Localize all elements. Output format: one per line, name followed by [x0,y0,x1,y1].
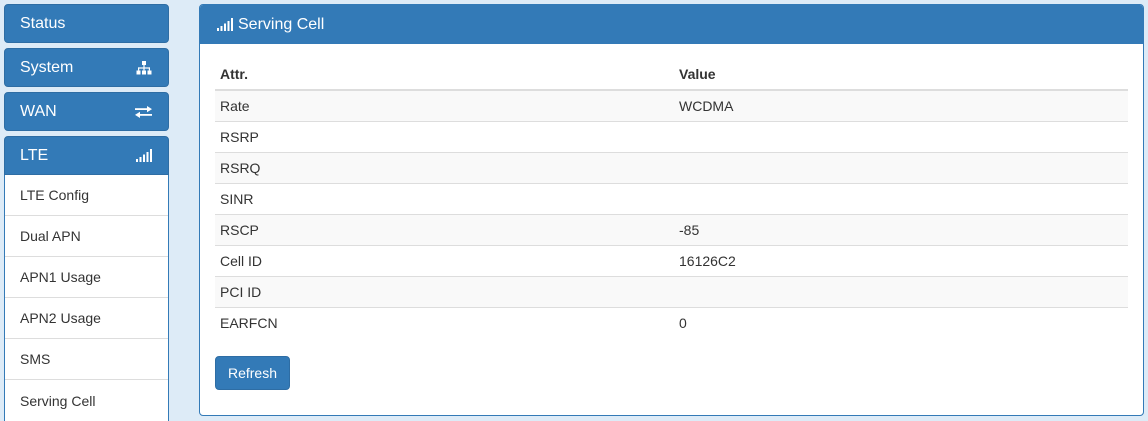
row-value [674,182,1128,214]
exchange-arrows-icon [135,105,152,118]
submenu-item-apn1-usage[interactable]: APN1 Usage [5,257,168,298]
panel-title: Serving Cell [238,15,325,33]
row-attr: EARFCN [215,306,674,338]
submenu-item-serving-cell[interactable]: Serving Cell [5,380,168,421]
row-attr: RSCP [215,213,674,245]
lte-submenu: LTE Config Dual APN APN1 Usage APN2 Usag… [4,175,169,421]
panel-heading: Serving Cell [200,5,1143,44]
sidebar: Status System WAN LTE LTE Config Dual AP… [4,4,169,421]
row-value: 0 [674,306,1128,338]
table-row: RSRQ [215,151,1128,183]
nav-status-label: Status [20,14,66,32]
row-value: WCDMA [674,89,1128,121]
row-attr: Rate [215,89,674,121]
table-row: Cell ID 16126C2 [215,244,1128,276]
nav-wan[interactable]: WAN [4,92,169,131]
row-value [674,151,1128,183]
submenu-item-sms[interactable]: SMS [5,339,168,380]
serving-cell-table: Attr. Value Rate WCDMA RSRP RSRQ SINR RS… [215,59,1128,338]
refresh-button[interactable]: Refresh [215,356,290,390]
table-row: RSCP -85 [215,213,1128,245]
table-row: PCI ID [215,275,1128,307]
table-header-row: Attr. Value [215,59,1128,91]
nav-lte-label: LTE [20,146,49,164]
submenu-item-apn2-usage[interactable]: APN2 Usage [5,298,168,339]
nav-lte[interactable]: LTE [4,136,169,175]
column-header-value: Value [674,59,1128,91]
row-attr: PCI ID [215,275,674,307]
row-attr: SINR [215,182,674,214]
row-attr: Cell ID [215,244,674,276]
panel-body: Attr. Value Rate WCDMA RSRP RSRQ SINR RS… [200,44,1143,405]
serving-cell-panel: Serving Cell Attr. Value Rate WCDMA RSRP [199,4,1144,416]
row-attr: RSRQ [215,151,674,183]
column-header-attr: Attr. [215,59,674,91]
submenu-item-dual-apn[interactable]: Dual APN [5,216,168,257]
table-row: RSRP [215,120,1128,152]
table-row: SINR [215,182,1128,214]
row-value: 16126C2 [674,244,1128,276]
row-value: -85 [674,213,1128,245]
submenu-item-lte-config[interactable]: LTE Config [5,175,168,216]
nav-wan-label: WAN [20,102,57,120]
table-row: Rate WCDMA [215,89,1128,121]
nav-system[interactable]: System [4,48,169,87]
page: Status System WAN LTE LTE Config Dual AP… [0,0,1148,421]
nav-status[interactable]: Status [4,4,169,43]
sitemap-icon [136,60,152,75]
table-row: EARFCN 0 [215,306,1128,338]
row-value [674,120,1128,152]
signal-bars-icon [217,18,233,31]
signal-bars-icon [136,149,152,162]
nav-system-label: System [20,58,74,76]
row-value [674,275,1128,307]
row-attr: RSRP [215,120,674,152]
